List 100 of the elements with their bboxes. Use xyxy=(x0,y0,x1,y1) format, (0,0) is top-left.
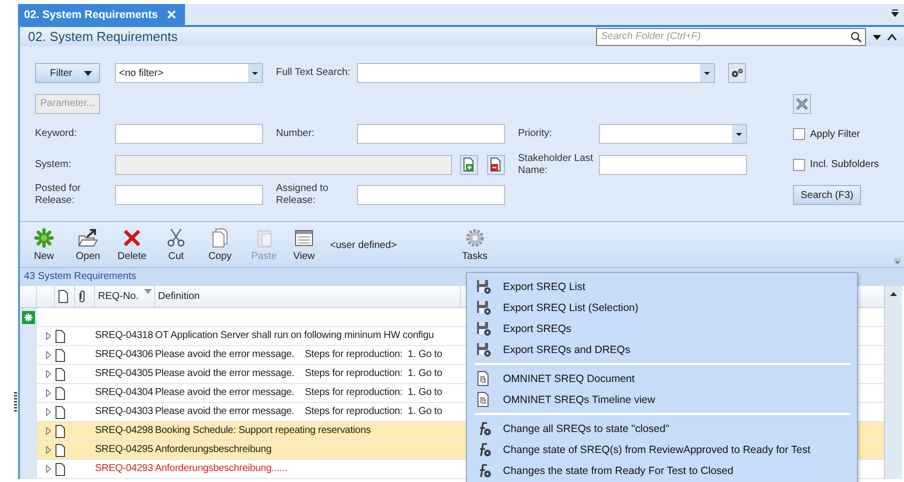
row-header xyxy=(20,422,37,440)
row-header xyxy=(20,384,37,402)
copy-icon xyxy=(210,228,230,248)
sort-arrow-icon xyxy=(144,289,152,294)
expand-arrow-icon[interactable] xyxy=(46,332,51,340)
cut-button[interactable]: Cut xyxy=(154,226,198,264)
menu-item[interactable]: Change state of SREQ(s) from ReviewApproved to Ready for Test xyxy=(471,439,853,460)
row-header xyxy=(20,403,37,421)
table-cell-text: Please avoid the error message. Steps for reproduction: 1. Go to xyxy=(155,348,444,362)
scissors-icon xyxy=(166,228,186,248)
expand-arrow-icon[interactable] xyxy=(46,427,51,435)
floppy-gear-icon xyxy=(476,279,491,294)
expand-arrow-icon[interactable] xyxy=(46,446,51,454)
search-button[interactable]: Search (F3) xyxy=(793,185,861,205)
remove-document-icon xyxy=(490,157,502,172)
expand-arrow-icon[interactable] xyxy=(46,370,51,378)
menu-item[interactable]: Changes the state from Ready For Test to Closed xyxy=(471,460,853,481)
tasks-button[interactable]: Tasks xyxy=(452,226,497,264)
row-header xyxy=(20,441,37,459)
expand-arrow-icon[interactable] xyxy=(46,408,51,416)
document-icon xyxy=(58,290,68,303)
view-mode-label: <user defined> xyxy=(330,240,397,251)
row-header xyxy=(20,346,37,364)
scrollbar[interactable] xyxy=(884,286,902,479)
menu-item[interactable]: Export SREQ List (Selection) xyxy=(471,297,853,318)
gears-icon xyxy=(730,67,744,79)
copy-button[interactable]: Copy xyxy=(198,226,242,264)
expand-arrow-icon[interactable] xyxy=(46,465,51,473)
number-field[interactable] xyxy=(357,124,505,144)
close-icon[interactable] xyxy=(166,9,177,20)
table-cell-text: Booking Schedule: Support repeating reservations xyxy=(155,424,372,438)
field-label: System: xyxy=(35,158,72,170)
document-icon xyxy=(476,371,491,386)
options-button[interactable] xyxy=(728,63,746,83)
delete-button[interactable]: Delete xyxy=(110,226,154,264)
add-document-icon xyxy=(463,157,475,172)
add-button[interactable] xyxy=(460,154,478,174)
scroll-up-icon[interactable] xyxy=(890,292,897,296)
checkbox-label: Incl. Subfolders xyxy=(810,159,879,170)
dropdown-icon[interactable] xyxy=(890,9,900,19)
field-label: Stakeholder Last Name: xyxy=(518,152,594,176)
close-icon xyxy=(795,96,809,110)
field-label: Number: xyxy=(276,128,316,140)
table-cell-text: SREQ-04298 xyxy=(95,424,154,438)
table-cell-text: Anforderungsbeschreibung xyxy=(155,443,272,457)
star-icon xyxy=(34,228,54,248)
checkbox[interactable] xyxy=(793,158,805,170)
row-header xyxy=(20,460,37,478)
field-label: Posted for Release: xyxy=(35,183,82,207)
table-cell-text: Please avoid the error message. Steps for reproduction: 1. Go to xyxy=(155,405,444,419)
posted-for-release-field[interactable] xyxy=(115,185,263,205)
assigned-to-release-field[interactable] xyxy=(357,185,505,205)
filter-select[interactable]: <no filter> xyxy=(115,63,263,83)
overflow-chevron-icon[interactable] xyxy=(894,258,901,264)
clear-filter-button[interactable] xyxy=(793,94,811,114)
document-icon xyxy=(55,462,65,476)
full-text-search-field[interactable] xyxy=(357,63,715,83)
checkbox[interactable] xyxy=(793,128,805,140)
table-cell-text: SREQ-04305 xyxy=(95,367,154,381)
table-cell-text: Please avoid the error message. Steps for reproduction: 1. Go to xyxy=(155,386,444,400)
table-cell-text: SREQ-04293 xyxy=(95,462,154,476)
settings-icon xyxy=(464,228,485,248)
priority-dropdown[interactable] xyxy=(599,124,747,144)
delete-icon xyxy=(122,228,142,248)
row-header xyxy=(20,365,37,383)
document-icon xyxy=(55,406,65,418)
field-label: Keyword: xyxy=(35,128,78,140)
open-folder-icon xyxy=(78,228,98,248)
floppy-gear-icon xyxy=(476,321,491,336)
field-label: Priority: xyxy=(518,128,553,140)
view-icon xyxy=(294,228,314,248)
new-button[interactable]: New xyxy=(22,226,66,264)
expand-arrow-icon[interactable] xyxy=(46,389,51,397)
splitter-grip[interactable] xyxy=(14,392,17,412)
document-icon xyxy=(55,386,65,400)
open-button[interactable]: Open xyxy=(66,226,110,264)
new-row-icon[interactable] xyxy=(22,310,35,324)
table-cell-text: Please avoid the error message. Steps for reproduction: 1. Go to xyxy=(155,367,444,381)
field-label: Full Text Search: xyxy=(276,67,352,79)
table-cell-text: SREQ-04304 xyxy=(95,386,154,400)
filter-button[interactable]: Filter xyxy=(35,63,100,83)
table-cell-text: Anforderungsbeschreibung...... xyxy=(155,462,288,476)
keyword-field[interactable] xyxy=(115,124,263,144)
document-icon xyxy=(55,330,65,342)
document-icon xyxy=(55,444,65,456)
document-tab[interactable]: 02. System Requirements xyxy=(18,4,185,25)
expand-arrow-icon[interactable] xyxy=(46,351,51,359)
stakeholder-field[interactable] xyxy=(599,154,747,174)
caret-icon xyxy=(83,68,93,78)
attachment-icon xyxy=(78,290,86,303)
panel-title: 02. System Requirements xyxy=(28,29,179,44)
document-icon xyxy=(476,392,491,407)
column-header[interactable]: REQ-No. xyxy=(95,286,155,307)
document-icon xyxy=(55,348,65,362)
view-button[interactable]: View xyxy=(286,226,322,264)
remove-button[interactable] xyxy=(487,154,505,174)
table-cell-text: OT Application Server shall run on following mininum HW configu xyxy=(155,329,435,343)
document-icon xyxy=(55,424,65,438)
search-field[interactable]: Search Folder (Ctrl+F) xyxy=(596,28,866,46)
column-header[interactable]: Definition xyxy=(155,286,461,307)
